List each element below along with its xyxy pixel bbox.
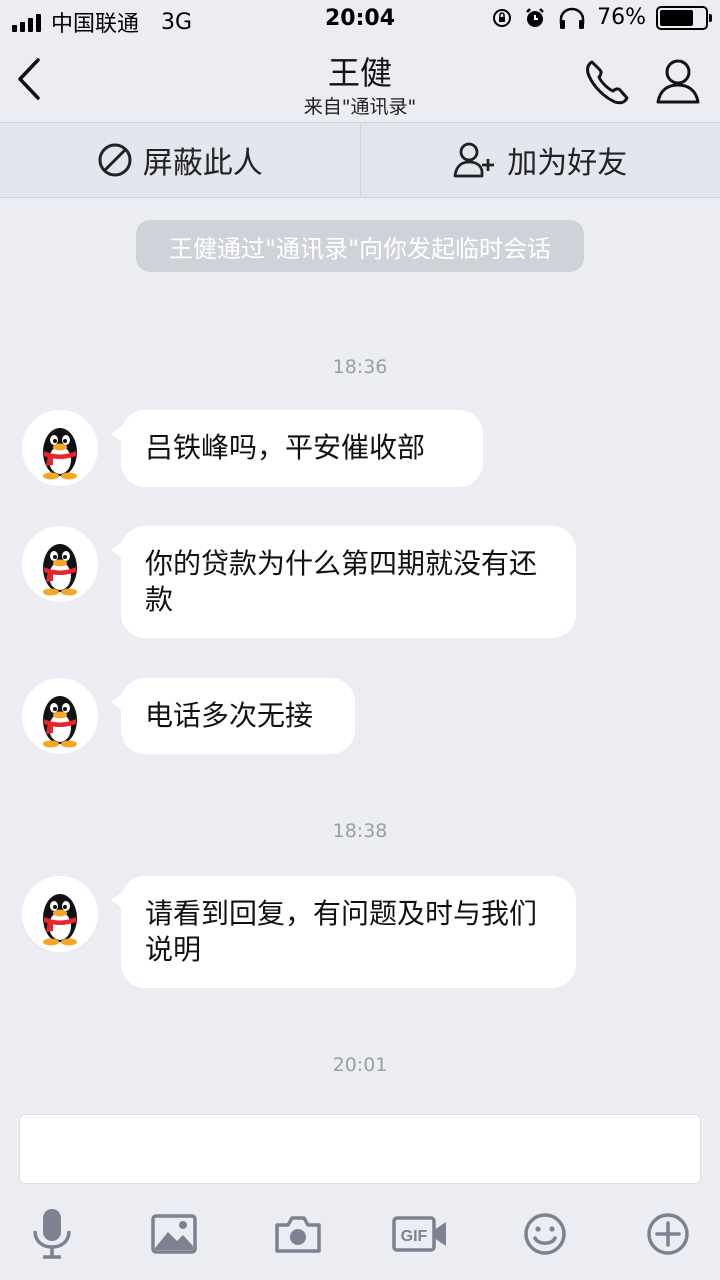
message-text: 吕铁峰吗，平安催收部 [145, 431, 426, 464]
microphone-icon [33, 1209, 71, 1259]
message-bubble[interactable]: 电话多次无接 [111, 678, 355, 754]
navigation-bar: 王健 来自"通讯录" [0, 40, 720, 122]
add-friend-button[interactable]: 加为好友 [359, 123, 720, 197]
avatar[interactable] [22, 410, 98, 486]
phone-icon[interactable] [580, 54, 636, 110]
camera-button[interactable] [268, 1204, 328, 1264]
message-input[interactable] [19, 1114, 701, 1184]
battery-icon [656, 5, 712, 30]
message-bubble[interactable]: 请看到回复，有问题及时与我们说明 [111, 876, 576, 988]
contact-profile-icon[interactable] [650, 54, 706, 110]
voice-button[interactable] [22, 1204, 82, 1264]
block-user-button[interactable]: 屏蔽此人 [0, 123, 360, 197]
svg-text:GIF: GIF [401, 1228, 428, 1245]
block-icon [98, 143, 132, 177]
rotation-lock-icon [493, 8, 512, 27]
penguin-icon [43, 894, 77, 946]
block-user-label: 屏蔽此人 [142, 146, 263, 181]
add-friend-label: 加为好友 [507, 146, 628, 181]
chat-toolbar: GIF [0, 1196, 720, 1280]
system-notice-text: 王健通过"通讯录"向你发起临时会话 [168, 234, 552, 263]
penguin-icon [43, 696, 77, 748]
image-button[interactable] [144, 1204, 204, 1264]
battery-percent: 76% [597, 5, 646, 30]
emoji-button[interactable] [515, 1204, 575, 1264]
avatar[interactable] [22, 526, 98, 602]
gif-icon: GIF [392, 1216, 446, 1252]
timestamp: 20:01 [332, 1054, 388, 1076]
status-bar: 中国联通 3G 20:04 76% [0, 0, 720, 40]
alarm-icon [526, 7, 544, 27]
plus-icon [647, 1213, 689, 1255]
gif-button[interactable]: GIF [390, 1204, 450, 1264]
timestamp: 18:36 [332, 356, 388, 378]
camera-icon [275, 1216, 321, 1253]
emoji-icon [524, 1213, 566, 1255]
penguin-icon [43, 544, 77, 596]
avatar[interactable] [22, 876, 98, 952]
system-notice: 王健通过"通讯录"向你发起临时会话 [136, 220, 584, 272]
headphones-icon [559, 7, 585, 29]
timestamp: 18:38 [332, 820, 388, 842]
message-text: 你的贷款为什么第四期就没有还款 [145, 547, 538, 616]
stranger-action-bar: 屏蔽此人 加为好友 [0, 122, 720, 198]
more-button[interactable] [638, 1204, 698, 1264]
image-icon [151, 1214, 197, 1254]
add-friend-icon [453, 142, 495, 178]
message-bubble[interactable]: 你的贷款为什么第四期就没有还款 [111, 526, 576, 638]
message-text: 电话多次无接 [145, 699, 314, 732]
message-text: 请看到回复，有问题及时与我们说明 [145, 897, 538, 966]
penguin-icon [43, 428, 77, 480]
avatar[interactable] [22, 678, 98, 754]
message-bubble[interactable]: 吕铁峰吗，平安催收部 [111, 410, 483, 487]
